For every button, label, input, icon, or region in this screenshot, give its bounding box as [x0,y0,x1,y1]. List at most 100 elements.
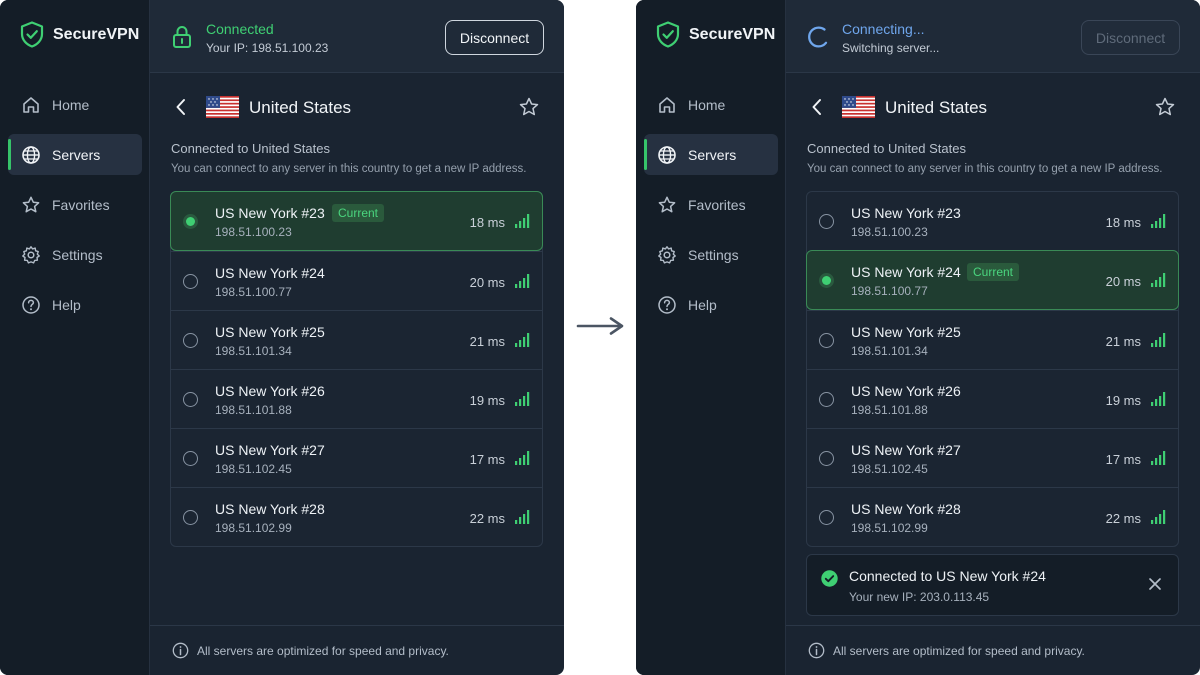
signal-bars-icon [515,451,530,465]
server-name: US New York #26 [851,383,961,399]
favorite-star-icon[interactable] [1154,96,1176,118]
sidebar-item-settings[interactable]: Settings [8,234,142,275]
star-icon [658,196,676,212]
sidebar-item-help[interactable]: Help [8,284,142,325]
connected-toast: Connected to US New York #24 Your new IP… [806,554,1179,616]
brand-logo: SecureVPN [656,21,775,48]
server-row[interactable]: US New York #24 Current 198.51.100.77 20… [806,250,1179,310]
disconnect-button[interactable]: Disconnect [445,20,544,55]
sidebar-item-home[interactable]: Home [644,84,778,125]
back-arrow-icon[interactable] [175,98,187,116]
server-row[interactable]: US New York #28 198.51.102.99 22 ms [171,487,542,546]
server-radio[interactable] [819,214,834,229]
shield-check-icon [656,21,680,48]
server-ip: 198.51.102.99 [215,521,292,535]
signal-bars-icon [515,392,530,406]
server-ping: 20 ms [1105,274,1141,289]
server-ip: 198.51.100.23 [215,225,292,239]
server-radio[interactable] [819,451,834,466]
sidebar-item-favorites[interactable]: Favorites [644,184,778,225]
signal-bars-icon [515,333,530,347]
server-ip: 198.51.101.34 [851,344,928,358]
us-flag-icon [206,96,239,118]
check-circle-icon [821,570,838,587]
signal-bars-icon [515,510,530,524]
brand-name: SecureVPN [689,25,776,43]
sidebar-item-favorites[interactable]: Favorites [8,184,142,225]
sidebar-item-servers[interactable]: Servers [644,134,778,175]
server-radio[interactable] [819,333,834,348]
server-name: US New York #24 [851,264,961,280]
sidebar-item-label: Settings [52,246,103,263]
main-panel: Connected Your IP: 198.51.100.23 Disconn… [150,0,564,675]
server-ping: 17 ms [469,452,505,467]
sidebar-item-home[interactable]: Home [8,84,142,125]
sidebar-item-label: Help [52,296,81,313]
server-radio[interactable] [183,392,198,407]
server-radio[interactable] [183,214,198,229]
sidebar-item-label: Help [688,296,717,313]
server-ip: 198.51.101.34 [215,344,292,358]
sidebar-nav: Home Servers Favorites Settings Help [8,84,142,334]
server-ip: 198.51.100.23 [851,225,928,239]
server-ping: 20 ms [469,275,505,290]
sidebar-item-settings[interactable]: Settings [644,234,778,275]
current-badge: Current [967,263,1020,281]
country-header: United States [786,92,1200,124]
server-radio[interactable] [819,510,834,525]
favorite-star-icon[interactable] [518,96,540,118]
server-row[interactable]: US New York #26 198.51.101.88 19 ms [807,369,1178,428]
server-ping: 19 ms [469,393,505,408]
server-name: US New York #23 [215,205,325,221]
footer: All servers are optimized for speed and … [786,625,1200,675]
connected-country-title: Connected to United States [807,141,966,156]
arrow-right-icon [576,317,624,335]
status-bar: Connecting... Switching server... Discon… [786,0,1200,73]
server-radio[interactable] [819,392,834,407]
sidebar-item-label: Favorites [52,196,110,213]
server-row[interactable]: US New York #23 198.51.100.23 18 ms [807,192,1178,251]
signal-bars-icon [1151,392,1166,406]
help-icon [658,295,676,314]
server-row[interactable]: US New York #26 198.51.101.88 19 ms [171,369,542,428]
server-row[interactable]: US New York #25 198.51.101.34 21 ms [807,310,1178,369]
sidebar: SecureVPN Home Servers Favorites Setting… [636,0,786,675]
us-flag-icon [842,96,875,118]
server-radio[interactable] [183,333,198,348]
signal-bars-icon [1151,510,1166,524]
server-row[interactable]: US New York #25 198.51.101.34 21 ms [171,310,542,369]
country-name: United States [885,98,988,117]
signal-bars-icon [515,274,530,288]
server-radio[interactable] [183,451,198,466]
server-row[interactable]: US New York #24 198.51.100.77 20 ms [171,251,542,310]
server-row[interactable]: US New York #28 198.51.102.99 22 ms [807,487,1178,546]
country-name: United States [249,98,352,117]
server-ip: 198.51.100.77 [851,284,928,298]
server-ping: 22 ms [469,511,505,526]
sidebar-item-help[interactable]: Help [644,284,778,325]
server-radio[interactable] [183,274,198,289]
disconnect-button[interactable]: Disconnect [1081,20,1180,55]
server-ping: 22 ms [1105,511,1141,526]
server-ip: 198.51.102.99 [851,521,928,535]
server-row[interactable]: US New York #27 198.51.102.45 17 ms [171,428,542,487]
connected-country-description: You can connect to any server in this co… [171,163,527,175]
signal-bars-icon [1151,333,1166,347]
brand-name: SecureVPN [53,25,140,43]
server-name: US New York #23 [851,205,961,221]
server-row[interactable]: US New York #23 Current 198.51.100.23 18… [170,191,543,251]
gear-icon [658,245,676,264]
server-radio[interactable] [819,273,834,288]
sidebar: SecureVPN Home Servers Favorites Setting… [0,0,150,675]
signal-bars-icon [515,214,530,228]
server-radio[interactable] [183,510,198,525]
server-row[interactable]: US New York #27 198.51.102.45 17 ms [807,428,1178,487]
back-arrow-icon[interactable] [811,98,823,116]
sidebar-item-label: Favorites [688,196,746,213]
help-icon [22,295,40,314]
server-ip: 198.51.102.45 [215,462,292,476]
sidebar-item-servers[interactable]: Servers [8,134,142,175]
close-icon[interactable] [1148,577,1162,591]
server-ip: 198.51.101.88 [851,403,928,417]
vpn-window-after: SecureVPN Home Servers Favorites Setting… [636,0,1200,675]
